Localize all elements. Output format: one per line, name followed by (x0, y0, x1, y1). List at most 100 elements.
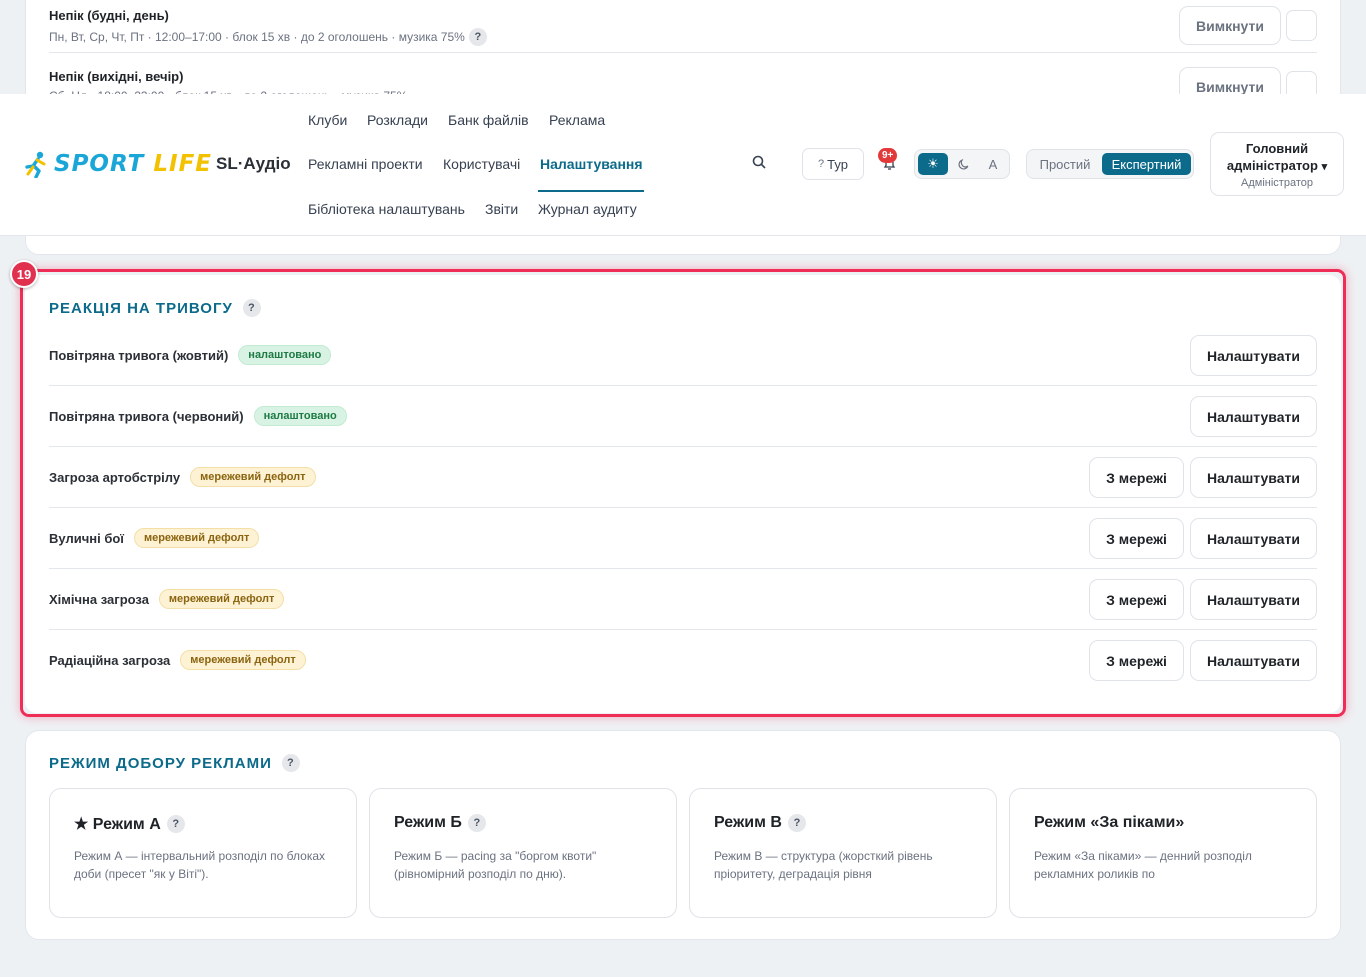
alarm-row-label: Радіаційна загроза мережевий дефолт (49, 630, 306, 690)
schedule-row-subtitle: Пн, Вт, Ср, Чт, Пт · 12:00–17:00 · блок … (49, 28, 487, 46)
alarm-row-label: Повітряна тривога (жовтий) налаштовано (49, 325, 332, 385)
mode-option-card[interactable]: ★ Режим А? Режим А — інтервальний розпод… (49, 788, 357, 918)
alarm-row-label: Загроза артобстрілу мережевий дефолт (49, 447, 316, 507)
notification-count-badge: 9+ (878, 148, 898, 163)
runner-icon (25, 151, 46, 178)
configure-button[interactable]: Налаштувати (1190, 518, 1317, 559)
status-badge: мережевий дефолт (180, 650, 306, 670)
nav-settings[interactable]: Налаштування (540, 156, 643, 172)
mode-option-title: Режим «За піками» (1034, 814, 1184, 832)
mode-option-description: Режим А — інтервальний розподіл по блока… (74, 849, 326, 881)
section-title: РЕЖИМ ДОБОРУ РЕКЛАМИ ? (49, 754, 300, 772)
mode-option-card[interactable]: Режим Б? Режим Б — pacing за "боргом кво… (369, 788, 677, 918)
alarm-row: Вуличні бої мережевий дефолт З мережі Нал… (49, 508, 1317, 569)
schedule-row: Непік (будні, день) Пн, Вт, Ср, Чт, Пт ·… (49, 0, 1317, 53)
from-network-button[interactable]: З мережі (1089, 518, 1184, 559)
more-icon[interactable] (1286, 10, 1317, 41)
ad-mode-section-title: РЕЖИМ ДОБОРУ РЕКЛАМИ (49, 754, 272, 772)
theme-switcher: ☀ A (914, 149, 1010, 179)
status-badge: налаштовано (253, 406, 347, 426)
alarm-row: Хімічна загроза мережевий дефолт З мережі… (49, 569, 1317, 630)
mode-option-card[interactable]: Режим «За піками» Режим «За піками» — де… (1009, 788, 1317, 918)
logo-word-sport: SPORT (54, 151, 145, 177)
tour-label: Тур (827, 156, 848, 172)
mode-option-description: Режим «За піками» — денний розподіл рекл… (1034, 849, 1252, 881)
top-header: SPORT LIFE SL·Аудіо Клуби Розклади Банк … (0, 94, 1366, 236)
logo[interactable]: SPORT LIFE (22, 150, 212, 178)
mode-option-title: ★ Режим А? (74, 814, 185, 834)
help-icon[interactable]: ? (468, 28, 487, 46)
configure-button[interactable]: Налаштувати (1190, 640, 1317, 681)
configure-button[interactable]: Налаштувати (1190, 396, 1317, 437)
alarm-row-label: Вуличні бої мережевий дефолт (49, 508, 260, 568)
disable-button[interactable]: Вимкнути (1179, 6, 1281, 45)
status-badge: мережевий дефолт (158, 589, 285, 609)
from-network-button[interactable]: З мережі (1089, 457, 1184, 498)
help-icon[interactable]: ? (787, 814, 806, 832)
help-icon[interactable]: ? (467, 814, 486, 832)
nav-users[interactable]: Користувачі (443, 156, 520, 172)
alarm-row: Радіаційна загроза мережевий дефолт З мер… (49, 630, 1317, 691)
alarm-name: Повітряна тривога (червоний) (49, 408, 244, 424)
from-network-button[interactable]: З мережі (1089, 640, 1184, 681)
sun-icon[interactable]: ☀ (918, 153, 948, 175)
help-icon[interactable]: ? (166, 815, 185, 833)
mode-switcher: Простий Експертний (1026, 149, 1194, 179)
configure-button[interactable]: Налаштувати (1190, 335, 1317, 376)
alarm-name: Хімічна загроза (49, 591, 149, 607)
alarm-name: Вуличні бої (49, 530, 124, 546)
logo-text: SPORT LIFE (54, 151, 212, 177)
alarm-row-label: Хімічна загроза мережевий дефолт (49, 569, 285, 629)
from-network-button[interactable]: З мережі (1089, 579, 1184, 620)
nav-ad-projects[interactable]: Рекламні проекти (308, 156, 423, 172)
nav-settings-library[interactable]: Бібліотека налаштувань (308, 201, 465, 217)
moon-icon[interactable] (948, 153, 978, 175)
nav-clubs[interactable]: Клуби (308, 112, 347, 128)
status-badge: мережевий дефолт (133, 528, 260, 548)
alarm-row: Повітряна тривога (червоний) налаштовано … (49, 386, 1317, 447)
schedule-row-title: Непік (будні, день) (49, 8, 169, 23)
mode-option-name: Режим «За піками» (1034, 814, 1185, 831)
mode-expert-option[interactable]: Експертний (1102, 153, 1191, 175)
help-icon[interactable]: ? (242, 299, 261, 317)
schedule-row-title: Непік (вихідні, вечір) (49, 69, 184, 84)
status-badge: налаштовано (238, 345, 332, 365)
mode-simple-option[interactable]: Простий (1030, 153, 1100, 175)
nav-ads[interactable]: Реклама (549, 112, 605, 128)
theme-auto-option[interactable]: A (978, 153, 1008, 175)
mode-option-name: Режим Б (394, 814, 462, 831)
alarm-row: Загроза артобстрілу мережевий дефолт З ме… (49, 447, 1317, 508)
user-menu[interactable]: Головний адміністратор ▾ Адміністратор (1210, 132, 1344, 196)
configure-button[interactable]: Налаштувати (1190, 579, 1317, 620)
mode-option-description: Режим Б — pacing за "боргом квоти" (рівн… (394, 849, 597, 881)
user-name-text: Головний адміністратор (1226, 141, 1318, 173)
nav-schedules[interactable]: Розклади (367, 112, 428, 128)
search-icon[interactable] (752, 155, 766, 172)
active-tab-indicator (538, 190, 644, 192)
mode-option-name: ★ Режим А (74, 816, 161, 833)
schedule-row-subtitle-text: Пн, Вт, Ср, Чт, Пт · 12:00–17:00 · блок … (49, 30, 465, 44)
alarm-row-label: Повітряна тривога (червоний) налаштовано (49, 386, 347, 446)
nav-file-bank[interactable]: Банк файлів (448, 112, 529, 128)
alarm-name: Загроза артобстрілу (49, 469, 181, 485)
mode-option-title: Режим Б? (394, 814, 486, 832)
app-name: SL·Аудіо (216, 154, 291, 173)
question-icon: ? (818, 158, 825, 170)
mode-option-title: Режим В? (714, 814, 806, 832)
nav-audit-log[interactable]: Журнал аудиту (538, 201, 637, 217)
configure-button[interactable]: Налаштувати (1190, 457, 1317, 498)
user-role: Адміністратор (1241, 177, 1313, 189)
mode-option-name: Режим В (714, 814, 782, 831)
status-badge: мережевий дефолт (190, 467, 316, 487)
mode-option-description: Режим В — структура (жорсткий рівень прі… (714, 849, 933, 881)
alarm-row: Повітряна тривога (жовтий) налаштовано На… (49, 325, 1317, 386)
alarm-section-title: РЕАКЦІЯ НА ТРИВОГУ (49, 299, 233, 317)
help-icon[interactable]: ? (281, 754, 300, 772)
chevron-down-icon: ▾ (1321, 161, 1328, 173)
alarm-name: Радіаційна загроза (49, 652, 171, 668)
mode-option-card[interactable]: Режим В? Режим В — структура (жорсткий р… (689, 788, 997, 918)
tour-button[interactable]: ? Тур (802, 148, 864, 180)
section-title: РЕАКЦІЯ НА ТРИВОГУ ? (49, 299, 261, 317)
user-name: Головний адміністратор ▾ (1211, 140, 1343, 176)
nav-reports[interactable]: Звіти (485, 201, 518, 217)
